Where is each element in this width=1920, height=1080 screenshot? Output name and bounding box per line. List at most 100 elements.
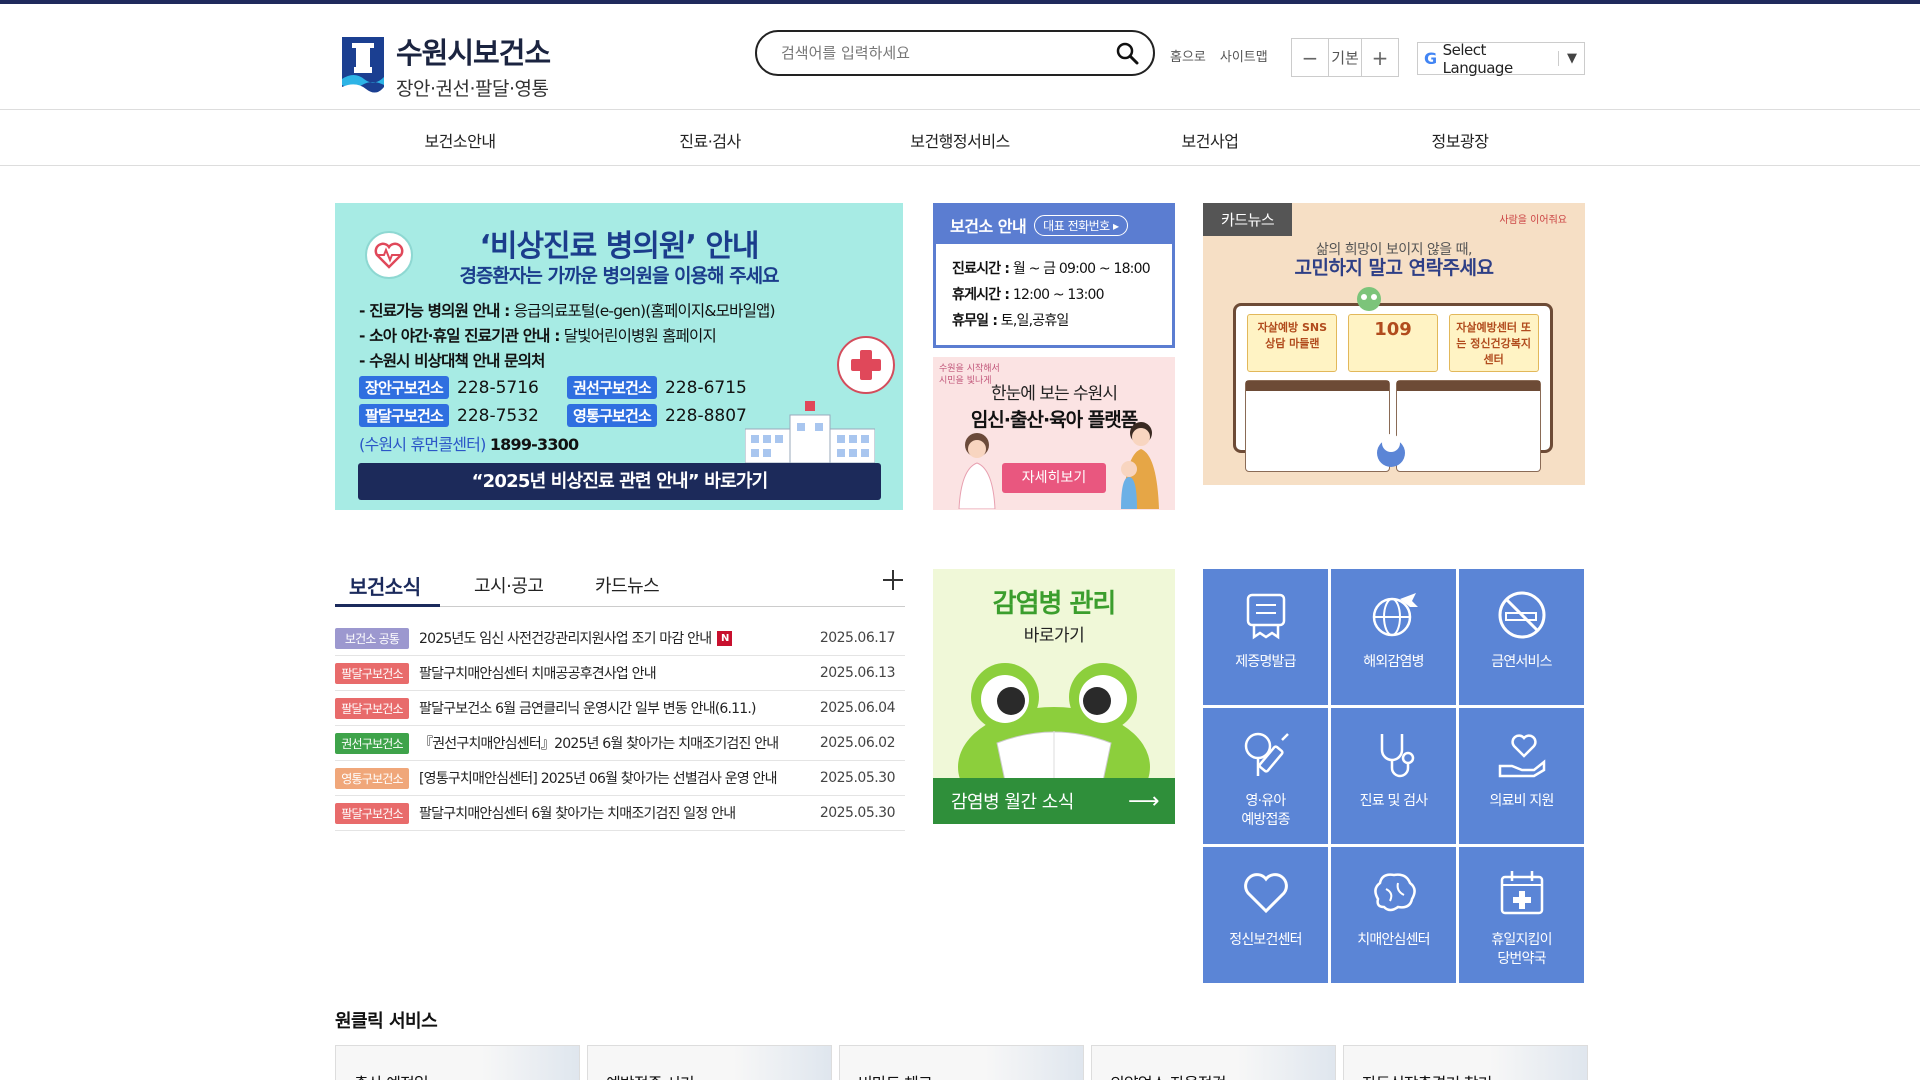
monthly-news-link[interactable]: 감염병 월간 소식 ⟶	[933, 778, 1175, 824]
quick-medical-support[interactable]: 의료비 지원	[1459, 708, 1584, 844]
quick-label: 진료 및 검사	[1359, 793, 1428, 809]
family-illustration	[1121, 422, 1159, 509]
banner-title: ‘비상진료 병의원’ 안내	[479, 229, 759, 264]
card-headline: 고민하지 말고 연락주세요	[1294, 257, 1494, 279]
language-select-label: Select Language	[1442, 40, 1514, 77]
quick-vaccination[interactable]: 영·유아 예방접종	[1203, 708, 1328, 844]
tab-health-news[interactable]: 보건소식	[349, 571, 421, 600]
news-item[interactable]: 팔달구보건소 팔달구치매안심센터 치매공공후견사업 안내 2025.06.13	[335, 656, 905, 691]
top-accent-line	[0, 0, 1920, 4]
language-select[interactable]: G Select Language ▼	[1417, 40, 1585, 77]
banner-subtitle: 바로가기	[1023, 626, 1085, 646]
one-click-card[interactable]: 예방접종 시기	[587, 1045, 832, 1080]
news-date: 2025.06.17	[819, 630, 896, 646]
search-input[interactable]	[781, 44, 1113, 62]
one-click-card[interactable]: 자동심장충격기 찾기	[1343, 1045, 1588, 1080]
tab-card-news[interactable]: 카드뉴스	[595, 572, 660, 598]
site-logo[interactable]: 수원시보건소 장안·권선·팔달·영통	[342, 30, 551, 101]
info-title: 보건소 안내	[950, 217, 1027, 236]
emergency-guide-link[interactable]: “2025년 비상진료 관련 안내” 바로가기	[358, 463, 881, 500]
news-item[interactable]: 팔달구보건소 팔달구치매안심센터 6월 찾아가는 치매조기검진 일정 안내 20…	[335, 796, 905, 831]
card-news-banner[interactable]: 카드뉴스 사람을 이어줘요 삶의 희망이 보이지 않을 때, 고민하지 말고 연…	[1203, 203, 1585, 485]
new-badge: N	[717, 630, 733, 646]
mascot-icon	[1377, 434, 1405, 467]
news-tag: 팔달구보건소	[335, 662, 409, 684]
nav-item-health-programs[interactable]: 보건사업	[1182, 128, 1239, 152]
globe-plane-icon	[1372, 593, 1418, 637]
quick-holiday-pharmacy[interactable]: 휴일지킴이 당번약국	[1459, 847, 1584, 983]
news-item[interactable]: 영통구보건소 [영통구치매안심센터] 2025년 06월 찾아가는 선별검사 운…	[335, 761, 905, 796]
nav-item-about[interactable]: 보건소안내	[424, 128, 496, 152]
center-tel: 228-8807	[665, 405, 747, 426]
active-tab-underline	[335, 604, 440, 607]
center-tel: 228-6715	[665, 377, 747, 398]
zoom-in-button[interactable]: +	[1362, 39, 1398, 76]
one-click-card[interactable]: 출산 예정일	[335, 1045, 580, 1080]
news-date: 2025.05.30	[819, 805, 896, 821]
medical-cross-icon	[837, 336, 895, 394]
quick-no-smoking[interactable]: 금연서비스	[1459, 569, 1584, 705]
news-item[interactable]: 팔달구보건소 팔달구보건소 6월 금연클리닉 운영시간 일부 변동 안내(6.1…	[335, 691, 905, 726]
news-tag: 영통구보건소	[335, 767, 409, 789]
news-tabs: 보건소식 고시·공고 카드뉴스	[335, 568, 905, 607]
news-item[interactable]: 권선구보건소 『권선구치매안심센터』2025년 6월 찾아가는 치매조기검진 안…	[335, 726, 905, 761]
break-hours: 휴게시간 : 12:00 ~ 13:00	[952, 287, 1105, 303]
news-item[interactable]: 보건소 공통 2025년도 임신 사전건강관리지원사업 조기 마감 안내 N 20…	[335, 621, 905, 656]
corner-logo-text: 사람을 이어줘요	[1499, 215, 1567, 226]
certificate-icon	[1246, 593, 1285, 640]
quick-label: 휴일지킴이 당번약국	[1491, 932, 1552, 967]
one-click-title: 원클릭 서비스	[335, 1011, 438, 1032]
emergency-clinic-banner[interactable]: ‘비상진료 병의원’ 안내 경증환자는 가까운 병의원을 이용해 주세요 - 진…	[335, 203, 903, 510]
quick-certificate[interactable]: 제증명발급	[1203, 569, 1328, 705]
font-zoom-control: − 기본 +	[1291, 38, 1399, 77]
quick-overseas-infection[interactable]: 해외감염병	[1331, 569, 1456, 705]
news-title: 2025년도 임신 사전건강관리지원사업 조기 마감 안내 N	[419, 628, 733, 648]
main-phone-button[interactable]: 대표 전화번호 ▸	[1034, 214, 1128, 236]
logo-subtitle: 장안·권선·팔달·영통	[396, 78, 549, 100]
details-button[interactable]: 자세히보기	[1002, 463, 1106, 493]
quick-label: 영·유아 예방접종	[1241, 793, 1290, 828]
banner-line1: 한눈에 보는 수원시	[991, 384, 1118, 404]
one-click-card[interactable]: 의약업소 자율점검	[1091, 1045, 1336, 1080]
clinic-hours: 진료시간 : 월 ~ 금 09:00 ~ 18:00	[952, 261, 1151, 277]
banner-title: 감염병 관리	[992, 589, 1117, 619]
character-icon	[1357, 287, 1381, 311]
news-list: 보건소 공통 2025년도 임신 사전건강관리지원사업 조기 마감 안내 N 20…	[335, 621, 905, 831]
tab-notices[interactable]: 고시·공고	[474, 572, 544, 598]
quick-label: 의료비 지원	[1489, 793, 1554, 809]
news-title: 팔달구치매안심센터 6월 찾아가는 치매조기검진 일정 안내	[419, 806, 736, 822]
health-center-info-box: 보건소 안내 대표 전화번호 ▸ 진료시간 : 월 ~ 금 09:00 ~ 18…	[933, 203, 1175, 348]
pregnancy-platform-banner[interactable]: 수원을 시작해서 시민을 빛나게 한눈에 보는 수원시 임신·출산·육아 플랫폼 …	[933, 357, 1175, 510]
home-link[interactable]: 홈으로	[1170, 46, 1206, 65]
hotline-list-right	[1396, 380, 1541, 472]
more-plus-icon[interactable]	[881, 568, 905, 592]
arrow-right-icon: ⟶	[1127, 788, 1160, 814]
stethoscope-icon	[1380, 734, 1414, 778]
center-name: 팔달구보건소	[359, 404, 450, 427]
quick-menu-grid: 제증명발급 해외감염병 금연서비스 영·유아 예방접종 진료 및 검사 의료비 …	[1203, 569, 1585, 983]
search-icon	[1116, 42, 1139, 65]
quick-label: 치매안심센터	[1357, 932, 1430, 948]
sitemap-link[interactable]: 사이트맵	[1220, 46, 1268, 65]
zoom-out-button[interactable]: −	[1292, 39, 1328, 76]
center-chip: 자살예방센터 또는 정신건강복지센터	[1448, 314, 1539, 372]
quick-mental-health[interactable]: 정신보건센터	[1203, 847, 1328, 983]
search-box	[755, 30, 1155, 76]
search-button[interactable]	[1113, 39, 1141, 67]
quick-dementia-center[interactable]: 치매안심센터	[1331, 847, 1456, 983]
nav-item-clinic[interactable]: 진료·검사	[679, 128, 741, 152]
center-name: 영통구보건소	[567, 404, 658, 427]
center-tel: 228-5716	[457, 377, 539, 398]
nav-item-info-plaza[interactable]: 정보광장	[1432, 128, 1489, 152]
hotline-list-left	[1245, 380, 1390, 472]
one-click-card[interactable]: 비만도 체크	[839, 1045, 1084, 1080]
quick-label: 정신보건센터	[1229, 932, 1302, 948]
quick-label: 제증명발급	[1235, 654, 1296, 670]
infectious-disease-banner[interactable]: 감염병 관리 바로가기 감염병 월간 소식 ⟶	[933, 569, 1175, 824]
nav-item-admin-services[interactable]: 보건행정서비스	[910, 128, 1010, 152]
news-date: 2025.06.02	[819, 735, 896, 751]
callcenter-line: (수원시 휴먼콜센터) 1899-3300	[359, 435, 579, 454]
news-date: 2025.06.04	[819, 700, 896, 716]
quick-clinic-exam[interactable]: 진료 및 검사	[1331, 708, 1456, 844]
vaccine-icon	[1244, 732, 1289, 776]
